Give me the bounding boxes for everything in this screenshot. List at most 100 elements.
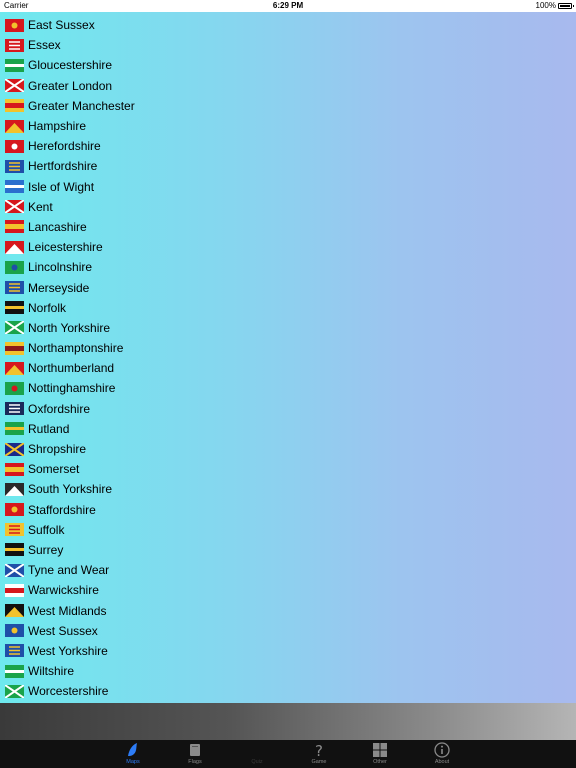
county-row[interactable]: Warwickshire (0, 580, 576, 600)
kent-flag (5, 200, 24, 214)
county-row[interactable]: Somerset (0, 459, 576, 479)
county-row[interactable]: Surrey (0, 540, 576, 560)
tyne-and-wear-flag (5, 563, 24, 577)
grid-icon (372, 742, 388, 758)
county-name: Surrey (28, 542, 64, 557)
county-name: Herefordshire (28, 139, 101, 154)
county-row[interactable]: Herefordshire (0, 136, 576, 156)
svg-text:?: ? (315, 742, 323, 758)
county-name: Leicestershire (28, 240, 103, 255)
county-row[interactable]: West Yorkshire (0, 641, 576, 661)
tab-maps[interactable]: Maps (108, 740, 158, 768)
gloucestershire-flag (5, 58, 24, 72)
county-name: West Midlands (28, 603, 107, 618)
tab-placeholder-icon (249, 742, 265, 758)
county-name: Merseyside (28, 280, 90, 295)
county-row[interactable]: West Sussex (0, 621, 576, 641)
west-midlands-flag (5, 604, 24, 618)
county-name: Wiltshire (28, 664, 75, 679)
tab-flags[interactable]: Flags (170, 740, 220, 768)
warwickshire-flag (5, 583, 24, 597)
county-row[interactable]: Gloucestershire (0, 55, 576, 75)
staffordshire-flag (5, 503, 24, 517)
essex-flag (5, 38, 24, 52)
county-name: Gloucestershire (28, 58, 113, 73)
county-row[interactable]: Hampshire (0, 116, 576, 136)
county-name: North Yorkshire (28, 320, 111, 335)
west-sussex-flag (5, 624, 24, 638)
tab-label: Game (311, 759, 327, 765)
county-name: Lancashire (28, 219, 87, 234)
county-row[interactable]: Northumberland (0, 358, 576, 378)
county-row[interactable]: Rutland (0, 419, 576, 439)
status-bar: Carrier 6:29 PM 100% (0, 0, 576, 12)
surrey-flag (5, 543, 24, 557)
county-row[interactable]: Tyne and Wear (0, 560, 576, 580)
county-name: East Sussex (28, 18, 95, 33)
county-row[interactable]: Norfolk (0, 298, 576, 318)
county-name: Lincolnshire (28, 260, 93, 275)
northamptonshire-flag (5, 341, 24, 355)
tab-label: About (434, 759, 450, 765)
tab-label: Other (373, 759, 387, 765)
county-row[interactable]: Oxfordshire (0, 399, 576, 419)
merseyside-flag (5, 281, 24, 295)
county-name: Nottinghamshire (28, 381, 116, 396)
county-row[interactable]: East Sussex (0, 15, 576, 35)
county-row[interactable]: Hertfordshire (0, 156, 576, 176)
suffolk-flag (5, 523, 24, 537)
county-name: Warwickshire (28, 583, 99, 598)
county-list-view[interactable]: East Sussex Essex Gloucestershire Greater L… (0, 12, 576, 703)
county-name: West Yorkshire (28, 643, 108, 658)
county-name: Greater Manchester (28, 98, 135, 113)
leicestershire-flag (5, 240, 24, 254)
battery-icon (558, 2, 574, 9)
ad-banner[interactable] (0, 703, 576, 740)
county-row[interactable]: Staffordshire (0, 500, 576, 520)
county-name: Staffordshire (28, 502, 96, 517)
county-row[interactable]: Greater Manchester (0, 96, 576, 116)
county-name: Isle of Wight (28, 179, 95, 194)
county-row[interactable]: West Midlands (0, 600, 576, 620)
county-name: Worcestershire (28, 684, 109, 699)
county-row[interactable]: Isle of Wight (0, 177, 576, 197)
county-name: Somerset (28, 462, 80, 477)
tab-other[interactable]: Other (355, 740, 405, 768)
county-name: Rutland (28, 421, 70, 436)
norfolk-flag (5, 301, 24, 315)
tab-label: Maps (126, 759, 140, 765)
question-mark-icon: ? (311, 742, 327, 760)
county-list: East Sussex Essex Gloucestershire Greater L… (0, 15, 576, 701)
greater-london-flag (5, 79, 24, 93)
county-row[interactable]: South Yorkshire (0, 479, 576, 499)
county-row[interactable]: Leicestershire (0, 237, 576, 257)
east-sussex-flag (5, 18, 24, 32)
county-name: Greater London (28, 78, 113, 93)
county-row[interactable]: Worcestershire (0, 681, 576, 701)
county-row[interactable]: Lincolnshire (0, 257, 576, 277)
county-row[interactable]: Lancashire (0, 217, 576, 237)
tab-about[interactable]: About (417, 740, 467, 768)
shropshire-flag (5, 442, 24, 456)
lancashire-flag (5, 220, 24, 234)
west-yorkshire-flag (5, 644, 24, 658)
battery-indicator: 100% (536, 1, 574, 10)
county-row[interactable]: Northamptonshire (0, 338, 576, 358)
county-row[interactable]: Greater London (0, 76, 576, 96)
county-row[interactable]: Essex (0, 35, 576, 55)
county-row[interactable]: North Yorkshire (0, 318, 576, 338)
county-row[interactable]: Shropshire (0, 439, 576, 459)
south-yorkshire-flag (5, 482, 24, 496)
county-row[interactable]: Merseyside (0, 277, 576, 297)
county-row[interactable]: Nottinghamshire (0, 378, 576, 398)
county-row[interactable]: Suffolk (0, 520, 576, 540)
county-name: Kent (28, 199, 53, 214)
info-icon (434, 742, 450, 758)
county-name: Norfolk (28, 300, 67, 315)
county-row[interactable]: Wiltshire (0, 661, 576, 681)
county-row[interactable]: Kent (0, 197, 576, 217)
county-name: Suffolk (28, 522, 65, 537)
tab-game[interactable]: ? Game (294, 740, 344, 768)
bird-icon (125, 742, 141, 758)
tab-bar: Maps Flags Quiz? Game Other About (0, 740, 576, 768)
